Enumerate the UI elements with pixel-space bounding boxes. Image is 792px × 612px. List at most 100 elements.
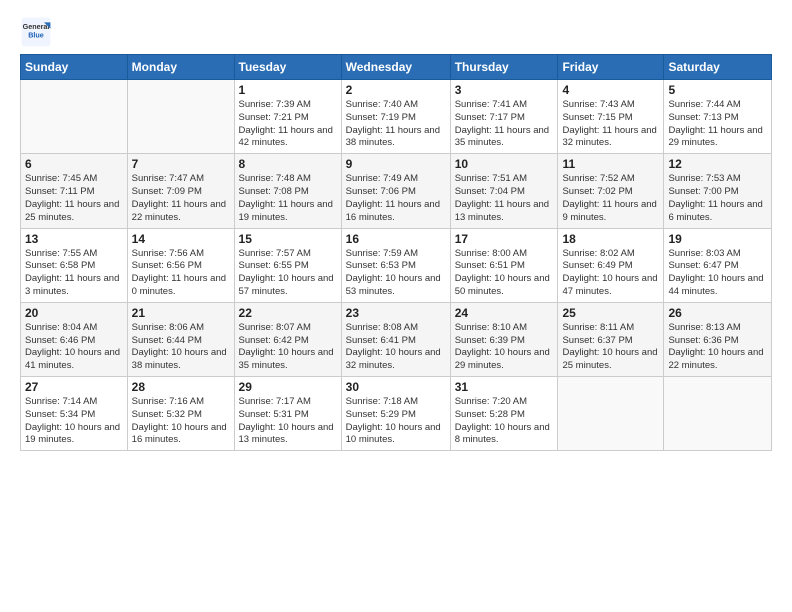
day-info: Sunrise: 7:57 AMSunset: 6:55 PMDaylight:…: [239, 248, 337, 299]
day-cell: 8 Sunrise: 7:48 AMSunset: 7:08 PMDaylight…: [234, 154, 341, 228]
day-info: Sunrise: 7:45 AMSunset: 7:11 PMDaylight:…: [25, 173, 123, 224]
weekday-header-sunday: Sunday: [21, 55, 128, 80]
day-info: Sunrise: 8:06 AMSunset: 6:44 PMDaylight:…: [132, 322, 230, 373]
day-number: 25: [562, 306, 659, 320]
day-cell: 10 Sunrise: 7:51 AMSunset: 7:04 PMDayligh…: [450, 154, 558, 228]
page: General Blue SundayMondayTuesdayWednesda…: [0, 0, 792, 612]
day-info: Sunrise: 7:16 AMSunset: 5:32 PMDaylight:…: [132, 396, 230, 447]
weekday-header-wednesday: Wednesday: [341, 55, 450, 80]
day-number: 26: [668, 306, 767, 320]
day-info: Sunrise: 7:40 AMSunset: 7:19 PMDaylight:…: [346, 99, 446, 150]
day-info: Sunrise: 7:47 AMSunset: 7:09 PMDaylight:…: [132, 173, 230, 224]
day-cell: 23Sunrise: 8:08 AMSunset: 6:41 PMDayligh…: [341, 302, 450, 376]
day-info: Sunrise: 7:53 AMSunset: 7:00 PMDaylight:…: [668, 173, 767, 224]
day-number: 11: [562, 157, 659, 171]
day-cell: 6 Sunrise: 7:45 AMSunset: 7:11 PMDaylight…: [21, 154, 128, 228]
day-info: Sunrise: 7:44 AMSunset: 7:13 PMDaylight:…: [668, 99, 767, 150]
day-number: 18: [562, 232, 659, 246]
day-cell: 11Sunrise: 7:52 AMSunset: 7:02 PMDayligh…: [558, 154, 664, 228]
week-row-2: 6 Sunrise: 7:45 AMSunset: 7:11 PMDaylight…: [21, 154, 772, 228]
day-cell: 25 Sunrise: 8:11 AMSunset: 6:37 PMDayligh…: [558, 302, 664, 376]
logo-icon: General Blue: [20, 16, 52, 48]
day-info: Sunrise: 7:49 AMSunset: 7:06 PMDaylight:…: [346, 173, 446, 224]
day-cell: 7 Sunrise: 7:47 AMSunset: 7:09 PMDaylight…: [127, 154, 234, 228]
day-cell: 16 Sunrise: 7:59 AMSunset: 6:53 PMDayligh…: [341, 228, 450, 302]
day-info: Sunrise: 7:43 AMSunset: 7:15 PMDaylight:…: [562, 99, 659, 150]
day-cell: 19 Sunrise: 8:03 AMSunset: 6:47 PMDayligh…: [664, 228, 772, 302]
day-number: 6: [25, 157, 123, 171]
day-number: 15: [239, 232, 337, 246]
day-number: 10: [455, 157, 554, 171]
logo: General Blue: [20, 16, 56, 48]
day-cell: 13 Sunrise: 7:55 AMSunset: 6:58 PMDayligh…: [21, 228, 128, 302]
day-cell: 5Sunrise: 7:44 AMSunset: 7:13 PMDaylight…: [664, 80, 772, 154]
day-info: Sunrise: 7:55 AMSunset: 6:58 PMDaylight:…: [25, 248, 123, 299]
day-cell: 27 Sunrise: 7:14 AMSunset: 5:34 PMDayligh…: [21, 377, 128, 451]
day-cell: 12 Sunrise: 7:53 AMSunset: 7:00 PMDayligh…: [664, 154, 772, 228]
day-info: Sunrise: 7:56 AMSunset: 6:56 PMDaylight:…: [132, 248, 230, 299]
weekday-header-friday: Friday: [558, 55, 664, 80]
day-number: 2: [346, 83, 446, 97]
day-number: 9: [346, 157, 446, 171]
day-cell: 2 Sunrise: 7:40 AMSunset: 7:19 PMDaylight…: [341, 80, 450, 154]
day-cell: 18 Sunrise: 8:02 AMSunset: 6:49 PMDayligh…: [558, 228, 664, 302]
day-cell: [558, 377, 664, 451]
day-info: Sunrise: 8:00 AMSunset: 6:51 PMDaylight:…: [455, 248, 554, 299]
day-cell: 3 Sunrise: 7:41 AMSunset: 7:17 PMDaylight…: [450, 80, 558, 154]
day-number: 7: [132, 157, 230, 171]
day-info: Sunrise: 7:41 AMSunset: 7:17 PMDaylight:…: [455, 99, 554, 150]
day-number: 29: [239, 380, 337, 394]
day-cell: [664, 377, 772, 451]
day-cell: 21 Sunrise: 8:06 AMSunset: 6:44 PMDayligh…: [127, 302, 234, 376]
week-row-5: 27 Sunrise: 7:14 AMSunset: 5:34 PMDayligh…: [21, 377, 772, 451]
day-cell: 4Sunrise: 7:43 AMSunset: 7:15 PMDaylight…: [558, 80, 664, 154]
day-number: 8: [239, 157, 337, 171]
day-number: 27: [25, 380, 123, 394]
day-cell: 9 Sunrise: 7:49 AMSunset: 7:06 PMDaylight…: [341, 154, 450, 228]
day-cell: 1Sunrise: 7:39 AMSunset: 7:21 PMDaylight…: [234, 80, 341, 154]
day-number: 23: [346, 306, 446, 320]
day-cell: 20Sunrise: 8:04 AMSunset: 6:46 PMDayligh…: [21, 302, 128, 376]
day-number: 12: [668, 157, 767, 171]
day-cell: 28 Sunrise: 7:16 AMSunset: 5:32 PMDayligh…: [127, 377, 234, 451]
day-info: Sunrise: 7:51 AMSunset: 7:04 PMDaylight:…: [455, 173, 554, 224]
day-info: Sunrise: 7:14 AMSunset: 5:34 PMDaylight:…: [25, 396, 123, 447]
day-info: Sunrise: 8:03 AMSunset: 6:47 PMDaylight:…: [668, 248, 767, 299]
day-cell: 30Sunrise: 7:18 AMSunset: 5:29 PMDayligh…: [341, 377, 450, 451]
svg-text:Blue: Blue: [28, 31, 44, 40]
day-number: 14: [132, 232, 230, 246]
weekday-header-row: SundayMondayTuesdayWednesdayThursdayFrid…: [21, 55, 772, 80]
weekday-header-saturday: Saturday: [664, 55, 772, 80]
day-cell: 17 Sunrise: 8:00 AMSunset: 6:51 PMDayligh…: [450, 228, 558, 302]
day-info: Sunrise: 8:11 AMSunset: 6:37 PMDaylight:…: [562, 322, 659, 373]
day-cell: [127, 80, 234, 154]
day-cell: 24Sunrise: 8:10 AMSunset: 6:39 PMDayligh…: [450, 302, 558, 376]
day-info: Sunrise: 8:02 AMSunset: 6:49 PMDaylight:…: [562, 248, 659, 299]
day-number: 28: [132, 380, 230, 394]
day-number: 13: [25, 232, 123, 246]
day-number: 22: [239, 306, 337, 320]
day-cell: 15 Sunrise: 7:57 AMSunset: 6:55 PMDayligh…: [234, 228, 341, 302]
weekday-header-thursday: Thursday: [450, 55, 558, 80]
day-cell: 14 Sunrise: 7:56 AMSunset: 6:56 PMDayligh…: [127, 228, 234, 302]
day-info: Sunrise: 7:59 AMSunset: 6:53 PMDaylight:…: [346, 248, 446, 299]
weekday-header-tuesday: Tuesday: [234, 55, 341, 80]
day-info: Sunrise: 7:48 AMSunset: 7:08 PMDaylight:…: [239, 173, 337, 224]
day-number: 3: [455, 83, 554, 97]
day-number: 19: [668, 232, 767, 246]
day-number: 16: [346, 232, 446, 246]
day-info: Sunrise: 7:17 AMSunset: 5:31 PMDaylight:…: [239, 396, 337, 447]
header: General Blue: [20, 16, 772, 48]
day-info: Sunrise: 8:13 AMSunset: 6:36 PMDaylight:…: [668, 322, 767, 373]
day-info: Sunrise: 7:39 AMSunset: 7:21 PMDaylight:…: [239, 99, 337, 150]
day-number: 21: [132, 306, 230, 320]
day-cell: [21, 80, 128, 154]
week-row-3: 13 Sunrise: 7:55 AMSunset: 6:58 PMDayligh…: [21, 228, 772, 302]
day-number: 30: [346, 380, 446, 394]
weekday-header-monday: Monday: [127, 55, 234, 80]
day-cell: 29 Sunrise: 7:17 AMSunset: 5:31 PMDayligh…: [234, 377, 341, 451]
day-cell: 26 Sunrise: 8:13 AMSunset: 6:36 PMDayligh…: [664, 302, 772, 376]
day-cell: 31Sunrise: 7:20 AMSunset: 5:28 PMDayligh…: [450, 377, 558, 451]
day-info: Sunrise: 8:10 AMSunset: 6:39 PMDaylight:…: [455, 322, 554, 373]
day-number: 17: [455, 232, 554, 246]
